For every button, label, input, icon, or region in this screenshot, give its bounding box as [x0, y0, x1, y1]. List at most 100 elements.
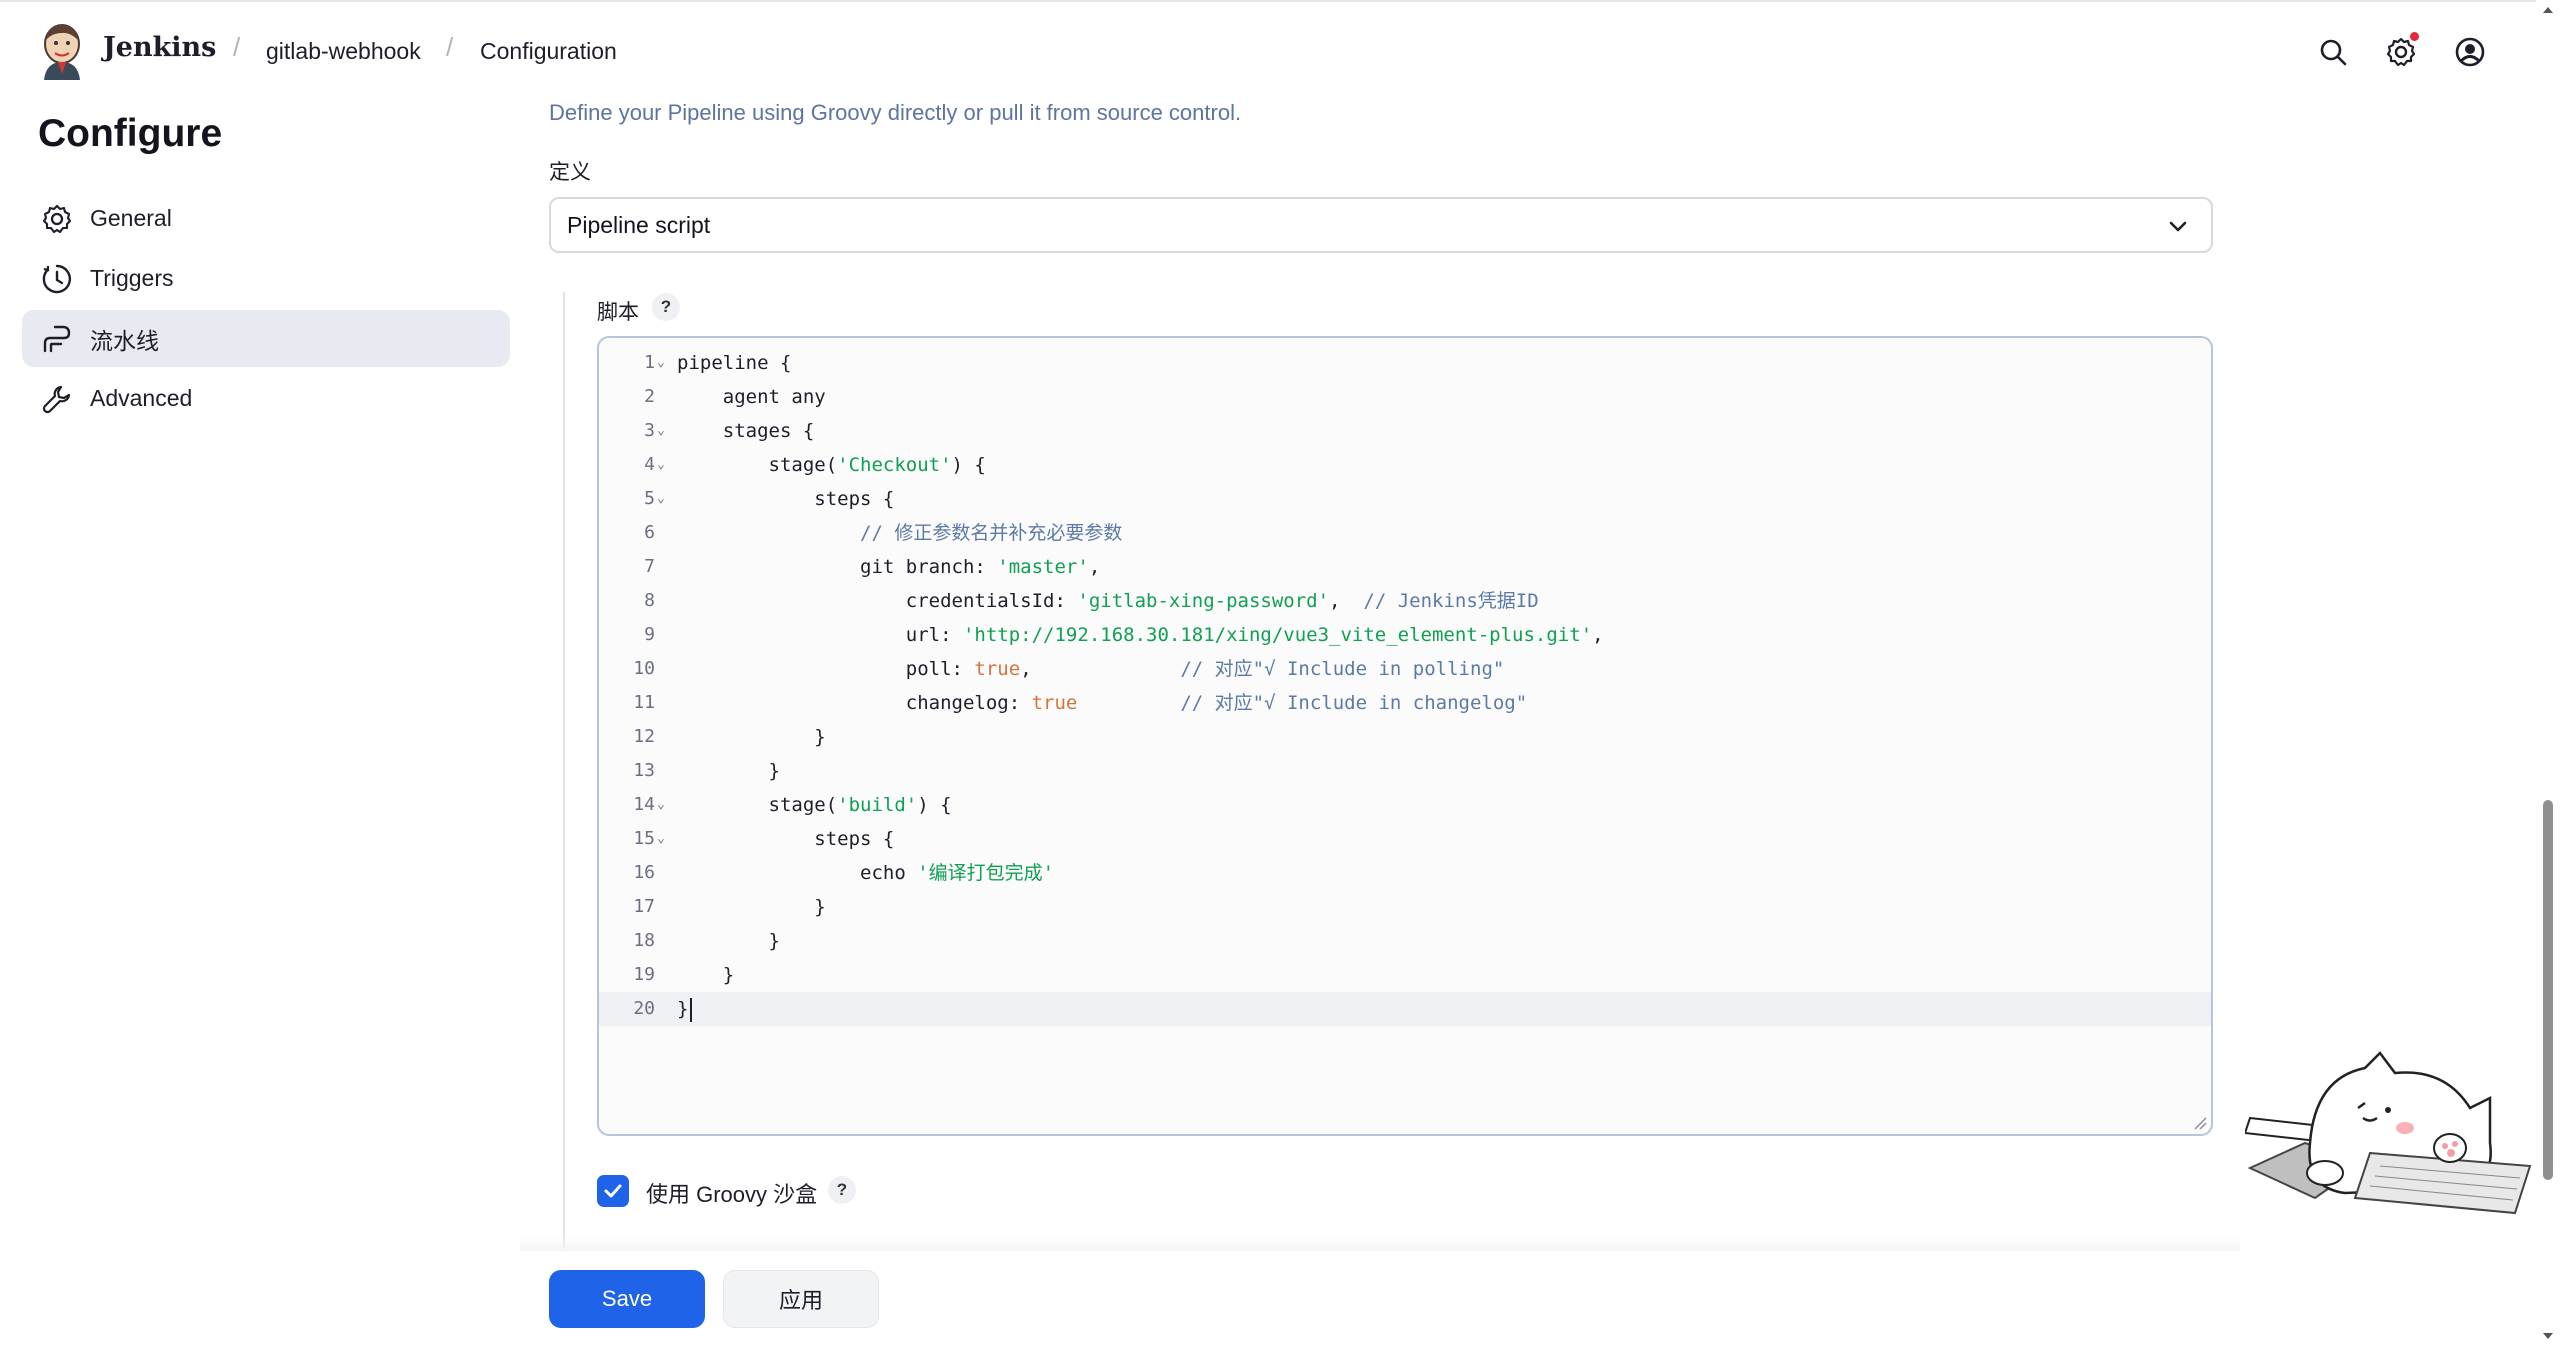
brand-name[interactable]: Jenkins — [103, 32, 216, 63]
pipeline-description: Define your Pipeline using Groovy direct… — [549, 100, 1242, 125]
line-number: 1 — [644, 352, 655, 373]
fold-chevron-icon[interactable]: ⌄ — [657, 346, 671, 380]
search-button[interactable] — [2313, 32, 2353, 72]
sidebar-item-general[interactable]: General — [22, 190, 510, 247]
line-number: 10 — [633, 658, 655, 679]
chevron-down-icon — [2169, 221, 2187, 232]
line-number: 14 — [633, 794, 655, 815]
script-help-button[interactable]: ? — [652, 293, 680, 321]
code-line[interactable]: 8 credentialsId: 'gitlab-xing-password',… — [599, 584, 2211, 618]
code-text: } — [677, 992, 693, 1026]
line-number: 12 — [633, 726, 655, 747]
code-text: stage('build') { — [677, 794, 952, 816]
code-text: // 修正参数名并补充必要参数 — [860, 522, 1123, 544]
code-text: stages { — [677, 420, 815, 442]
code-line[interactable]: 9 url: 'http://192.168.30.181/xing/vue3_… — [599, 618, 2211, 652]
cat-keyboard-mascot-icon — [2245, 1051, 2532, 1215]
sidebar-item-label: Advanced — [90, 385, 193, 411]
line-number: 11 — [633, 692, 655, 713]
code-text: pipeline { — [677, 352, 792, 374]
fold-chevron-icon[interactable]: ⌄ — [657, 448, 671, 482]
code-text: } — [677, 964, 735, 986]
line-number: 15 — [633, 828, 655, 849]
line-number: 2 — [644, 386, 655, 407]
code-text: } — [677, 726, 826, 748]
code-line[interactable]: 5 ⌄ steps { — [599, 482, 2211, 516]
sidebar-item-label: General — [90, 205, 172, 231]
sandbox-help-button[interactable]: ? — [828, 1176, 856, 1204]
code-text: steps { — [677, 488, 895, 510]
code-line[interactable]: 13 } — [599, 754, 2211, 788]
code-text: steps { — [677, 828, 895, 850]
text-cursor — [690, 997, 693, 1022]
script-label: 脚本 — [597, 301, 639, 324]
breadcrumb-separator: / — [446, 32, 454, 62]
code-line[interactable]: 11 changelog: true // 对应"√ Include in ch… — [599, 686, 2211, 720]
code-text: agent any — [677, 386, 826, 408]
code-text: git branch: 'master', — [677, 556, 1101, 578]
code-line[interactable]: 12 } — [599, 720, 2211, 754]
breadcrumb-separator: / — [233, 32, 241, 62]
sidebar-item-pipeline[interactable]: 流水线 — [22, 310, 510, 367]
groovy-sandbox-label: 使用 Groovy 沙盒 — [646, 1182, 818, 1207]
notification-dot — [2410, 32, 2419, 41]
user-menu-button[interactable] — [2450, 32, 2490, 72]
line-number: 17 — [633, 896, 655, 917]
line-number: 7 — [644, 556, 655, 577]
resize-handle-icon[interactable] — [2193, 1116, 2207, 1130]
code-line[interactable]: 19 } — [599, 958, 2211, 992]
fold-chevron-icon[interactable]: ⌄ — [657, 822, 671, 856]
scroll-up-arrow-icon[interactable] — [2540, 2, 2556, 18]
line-number: 19 — [633, 964, 655, 985]
jenkins-logo-icon[interactable] — [38, 22, 86, 80]
code-line[interactable]: 15 ⌄ steps { — [599, 822, 2211, 856]
code-text: url: 'http://192.168.30.181/xing/vue3_vi… — [677, 624, 1604, 646]
script-editor[interactable]: 1 ⌄ pipeline {2 agent any 3 ⌄ stages {4 ⌄ sta… — [597, 336, 2213, 1136]
apply-button[interactable]: 应用 — [723, 1270, 879, 1328]
code-line[interactable]: 4 ⌄ stage('Checkout') { — [599, 448, 2211, 482]
code-line[interactable]: 10 poll: true, // 对应"√ Include in pollin… — [599, 652, 2211, 686]
definition-select[interactable]: Pipeline script — [549, 197, 2213, 253]
scrollbar-thumb[interactable] — [2543, 800, 2553, 1180]
code-text: stage('Checkout') { — [677, 454, 986, 476]
fold-chevron-icon[interactable]: ⌄ — [657, 788, 671, 822]
groovy-sandbox-checkbox[interactable] — [597, 1175, 629, 1207]
sidebar-item-triggers[interactable]: Triggers — [22, 250, 510, 307]
sidebar-item-advanced[interactable]: Advanced — [22, 370, 510, 427]
code-line[interactable]: 6 // 修正参数名并补充必要参数 — [599, 516, 2211, 550]
line-number: 8 — [644, 590, 655, 611]
code-line[interactable]: 14 ⌄ stage('build') { — [599, 788, 2211, 822]
page-scrollbar[interactable] — [2536, 0, 2560, 1347]
page-title: Configure — [38, 112, 223, 155]
code-line[interactable]: 20} — [599, 992, 2211, 1026]
line-number: 9 — [644, 624, 655, 645]
scroll-down-arrow-icon[interactable] — [2540, 1328, 2556, 1344]
code-line[interactable]: 17 } — [599, 890, 2211, 924]
code-line[interactable]: 3 ⌄ stages { — [599, 414, 2211, 448]
line-number: 5 — [644, 488, 655, 509]
gear-icon — [40, 202, 74, 236]
manage-jenkins-button[interactable] — [2381, 32, 2421, 72]
definition-label: 定义 — [549, 161, 591, 184]
fold-chevron-icon[interactable]: ⌄ — [657, 414, 671, 448]
top-header: Jenkins / gitlab-webhook / Configuration — [0, 0, 2560, 100]
code-line[interactable]: 18 } — [599, 924, 2211, 958]
code-line[interactable]: 1 ⌄ pipeline { — [599, 346, 2211, 380]
line-number: 3 — [644, 420, 655, 441]
footer-divider — [520, 1235, 2240, 1251]
wrench-icon — [40, 382, 74, 416]
line-number: 16 — [633, 862, 655, 883]
breadcrumb-item-configuration[interactable]: Configuration — [480, 38, 617, 65]
sidebar-item-label: Triggers — [90, 265, 174, 291]
code-text: changelog: true // 对应"√ Include in chang… — [677, 692, 1528, 714]
code-line[interactable]: 7 git branch: 'master', — [599, 550, 2211, 584]
code-line[interactable]: 16 echo '编译打包完成' — [599, 856, 2211, 890]
fold-chevron-icon[interactable]: ⌄ — [657, 482, 671, 516]
checkmark-icon — [604, 1184, 622, 1198]
user-icon — [2455, 37, 2485, 67]
code-text: echo '编译打包完成' — [677, 862, 1055, 884]
save-button[interactable]: Save — [549, 1270, 705, 1328]
breadcrumb-item-job[interactable]: gitlab-webhook — [266, 38, 421, 65]
code-line[interactable]: 2 agent any — [599, 380, 2211, 414]
section-divider — [563, 292, 565, 1250]
